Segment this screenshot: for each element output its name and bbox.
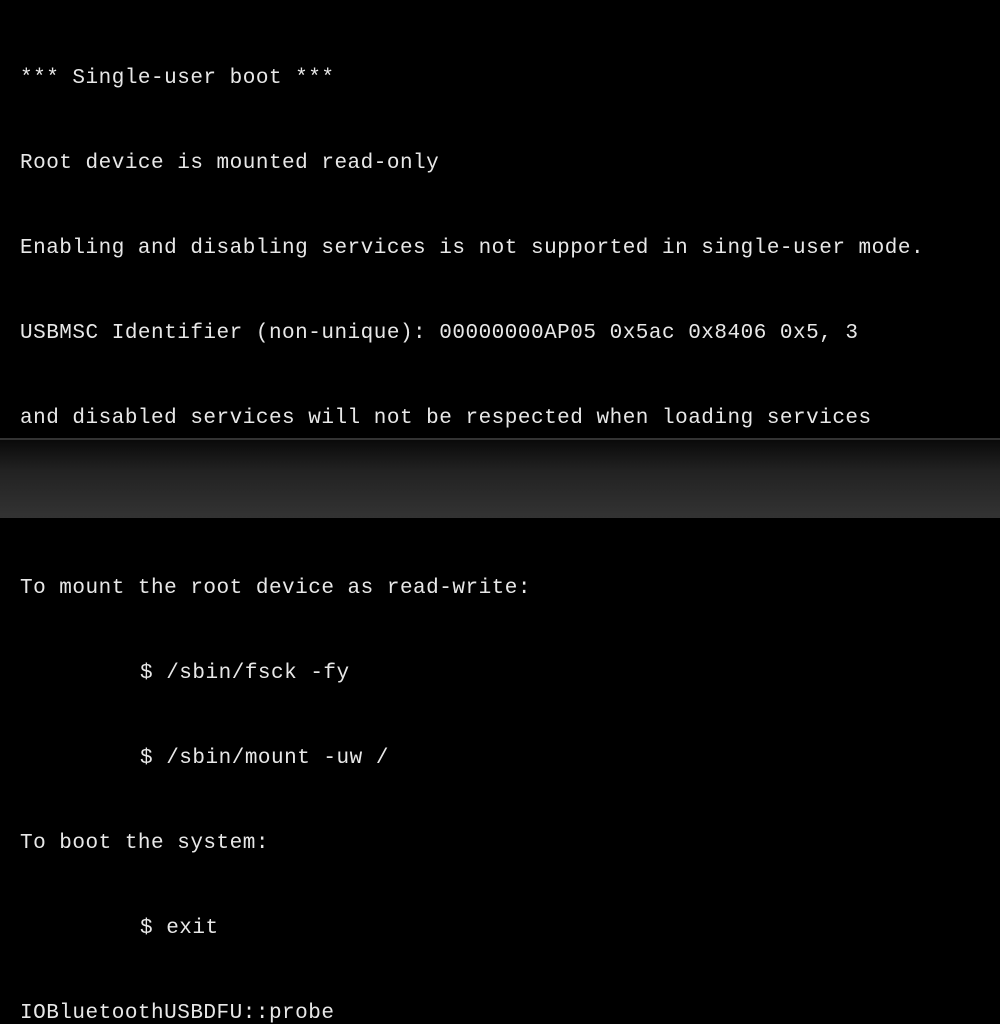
boot-line: Enabling and disabling services is not s… [20, 235, 980, 263]
boot-line: To mount the root device as read-write: [20, 575, 980, 603]
boot-line: and disabled services will not be respec… [20, 405, 980, 433]
boot-command-hint: $ /sbin/fsck -fy [20, 660, 980, 688]
boot-line: Root device is mounted read-only [20, 150, 980, 178]
boot-command-hint: $ exit [20, 915, 980, 943]
boot-line: USBMSC Identifier (non-unique): 00000000… [20, 320, 980, 348]
screen-bezel [0, 438, 1000, 518]
boot-command-hint: $ /sbin/mount -uw / [20, 745, 980, 773]
boot-line: IOBluetoothUSBDFU::probe [20, 1000, 980, 1024]
boot-line: To boot the system: [20, 830, 980, 858]
boot-header: *** Single-user boot *** [20, 65, 980, 93]
